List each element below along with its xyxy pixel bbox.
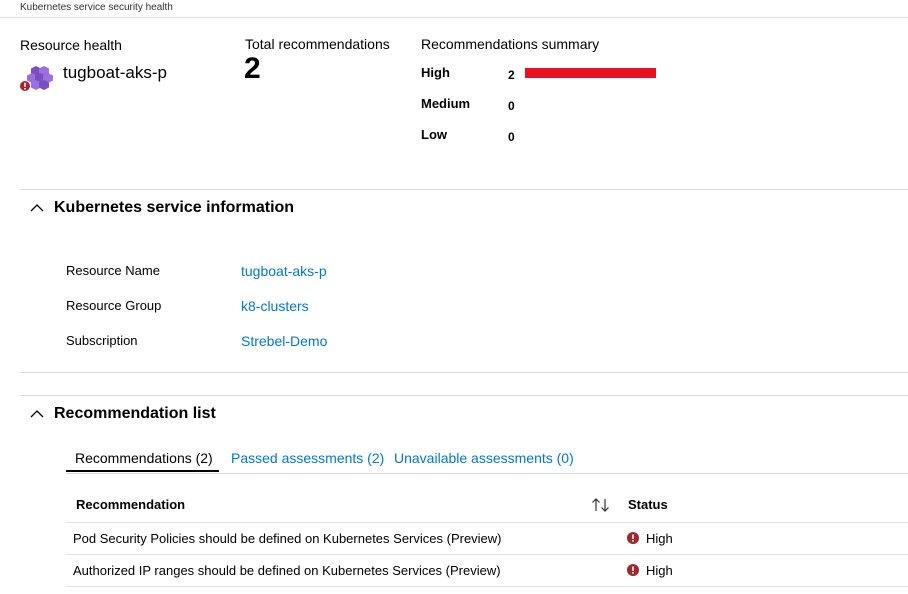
total-recommendations-value: 2 [244,52,261,85]
severity-row-high: High 2 [421,65,681,83]
info-link-resource-group[interactable]: k8-clusters [241,298,309,314]
severity-bar-high [525,68,656,78]
severity-row-low: Low 0 [421,127,681,145]
column-header-recommendation[interactable]: Recommendation [76,497,185,512]
divider [20,372,908,373]
chevron-up-icon [30,204,44,212]
tab-baseline [66,473,908,474]
recommendation-cell[interactable]: Authorized IP ranges should be defined o… [73,563,501,578]
tab-passed-assessments[interactable]: Passed assessments (2) [231,450,384,466]
kubernetes-cluster-icon [20,66,53,91]
page-header: Kubernetes service security health [0,0,908,18]
service-info-title: Kubernetes service information [54,199,295,216]
recommendation-list-section-toggle[interactable]: Recommendation list [30,405,230,427]
severity-count: 0 [508,130,515,144]
recommendations-summary-label: Recommendations summary [421,36,600,52]
divider [20,189,908,190]
service-info-section-toggle[interactable]: Kubernetes service information [30,199,294,221]
row-divider [66,554,908,555]
chevron-up-icon [30,410,44,418]
error-icon [627,532,639,544]
page-title: Kubernetes service security health [20,2,173,13]
status-cell: High [646,563,673,578]
tab-recommendations[interactable]: Recommendations (2) [75,450,213,466]
severity-name: Low [421,127,447,142]
sort-icon[interactable] [591,497,611,513]
resource-name: tugboat-aks-p [63,63,167,82]
severity-name: High [421,65,450,80]
info-key-resource-group: Resource Group [66,298,162,313]
divider [20,395,908,396]
row-divider [66,522,908,523]
recommendation-list-title: Recommendation list [54,405,216,422]
resource-health-label: Resource health [20,37,122,53]
severity-row-medium: Medium 0 [421,96,681,114]
active-tab-indicator [66,470,219,472]
tab-unavailable-assessments[interactable]: Unavailable assessments (0) [394,450,574,466]
severity-count: 2 [508,68,515,82]
info-key-subscription: Subscription [66,333,138,348]
column-header-status[interactable]: Status [628,497,668,512]
total-recommendations-label: Total recommendations [245,36,390,52]
status-cell: High [646,531,673,546]
row-divider [66,586,908,587]
severity-count: 0 [508,99,515,113]
severity-name: Medium [421,96,471,111]
info-key-resource-name: Resource Name [66,263,160,278]
recommendation-cell[interactable]: Pod Security Policies should be defined … [73,531,502,546]
info-link-resource-name[interactable]: tugboat-aks-p [241,263,327,279]
info-link-subscription[interactable]: Strebel-Demo [241,333,327,349]
error-icon [627,564,639,576]
